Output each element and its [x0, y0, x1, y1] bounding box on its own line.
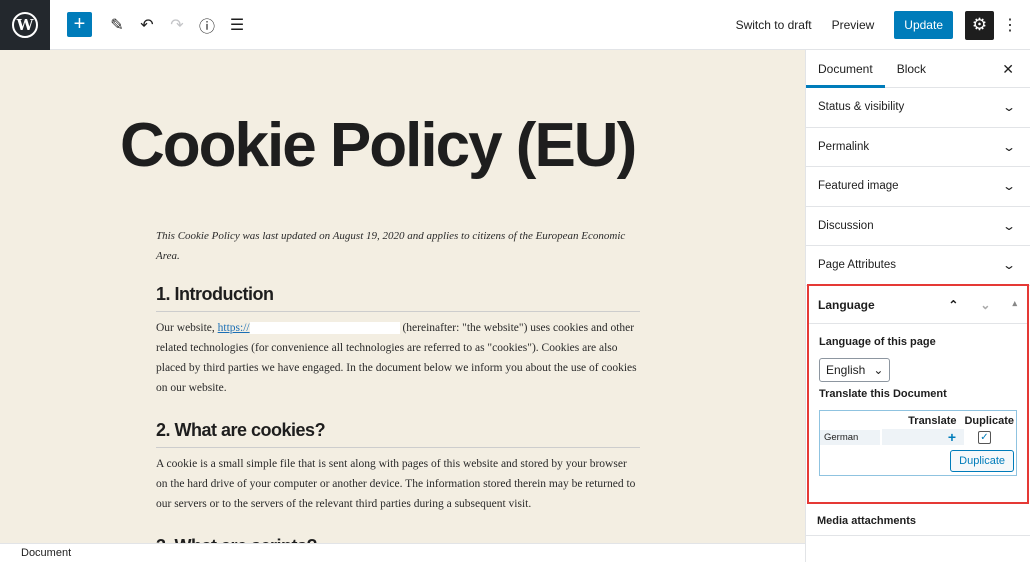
add-block-button[interactable]: +	[67, 12, 92, 37]
settings-sidebar: Document Block ✕ Status & visibility ⌄ Pe…	[805, 50, 1030, 562]
redacted-url	[249, 322, 400, 335]
row-language: German	[820, 429, 880, 445]
redo-icon[interactable]: ↷	[162, 10, 192, 40]
translate-document-label: Translate this Document	[819, 388, 947, 400]
language-select[interactable]: English ⌄	[819, 358, 891, 382]
edit-tool-icon[interactable]: ✎	[102, 10, 132, 40]
close-icon[interactable]: ✕	[1002, 61, 1014, 78]
intro-paragraph[interactable]: This Cookie Policy was last updated on A…	[156, 226, 640, 266]
panel-status-visibility[interactable]: Status & visibility ⌄	[806, 88, 1030, 128]
chevron-down-icon: ⌄	[1001, 139, 1017, 154]
language-panel: Language ⌃ ⌄ ▴ Language of this page Eng…	[807, 284, 1029, 504]
chevron-down-icon: ⌄	[873, 363, 884, 377]
table-row: German + ✓	[820, 429, 1016, 445]
chevron-down-icon: ⌄	[1001, 258, 1017, 273]
move-down-icon[interactable]: ⌄	[980, 298, 990, 312]
section-heading[interactable]: 1. Introduction	[156, 284, 640, 312]
panel-permalink[interactable]: Permalink ⌄	[806, 128, 1030, 167]
editor-canvas: Cookie Policy (EU) This Cookie Policy wa…	[0, 50, 805, 543]
wordpress-logo-button[interactable]: W	[0, 0, 50, 50]
website-link[interactable]: https://	[218, 322, 250, 334]
panel-label: Featured image	[818, 180, 899, 193]
section-paragraph[interactable]: A cookie is a small simple file that is …	[156, 454, 640, 514]
update-button[interactable]: Update	[894, 11, 953, 39]
col-duplicate: Duplicate	[964, 415, 1014, 427]
panel-label: Discussion	[818, 219, 874, 232]
panel-featured-image[interactable]: Featured image ⌄	[806, 167, 1030, 207]
preview-button[interactable]: Preview	[832, 18, 875, 32]
chevron-down-icon: ⌄	[1001, 100, 1017, 115]
top-toolbar: W + ✎ ↶ ↷ ⓘ ☰ Switch to draft Preview Up…	[0, 0, 1030, 50]
add-translation-icon[interactable]: +	[882, 429, 964, 445]
duplicate-button[interactable]: Duplicate	[950, 450, 1014, 472]
move-up-icon[interactable]: ⌃	[948, 298, 958, 312]
panel-label: Status & visibility	[818, 101, 905, 114]
settings-gear-icon[interactable]: ⚙	[965, 10, 994, 40]
tab-block[interactable]: Block	[885, 50, 938, 88]
block-breadcrumb: Document	[0, 543, 805, 562]
tab-document[interactable]: Document	[806, 50, 885, 88]
section-paragraph[interactable]: Our website, https:// (hereinafter: "the…	[156, 318, 640, 398]
chevron-down-icon: ⌄	[1001, 179, 1017, 194]
panel-label: Permalink	[818, 140, 870, 153]
collapse-icon[interactable]: ▴	[1012, 298, 1017, 312]
language-of-page-label: Language of this page	[819, 336, 936, 348]
breadcrumb-document[interactable]: Document	[21, 547, 71, 559]
col-translate: Translate	[908, 415, 957, 427]
selected-language: English	[826, 363, 866, 377]
wordpress-icon: W	[12, 11, 38, 38]
info-icon[interactable]: ⓘ	[192, 10, 222, 40]
panel-page-attributes[interactable]: Page Attributes ⌄	[806, 246, 1030, 286]
duplicate-checkbox[interactable]: ✓	[978, 430, 991, 444]
panel-label: Page Attributes	[818, 259, 896, 272]
section-heading[interactable]: 3. What are scripts?	[156, 536, 640, 543]
panel-discussion[interactable]: Discussion ⌄	[806, 207, 1030, 246]
paragraph-text: Our website,	[156, 322, 218, 334]
chevron-down-icon: ⌄	[1001, 218, 1017, 233]
section-heading[interactable]: 2. What are cookies?	[156, 420, 640, 448]
language-panel-title: Language	[818, 297, 875, 312]
block-navigation-icon[interactable]: ☰	[222, 10, 252, 40]
switch-to-draft-button[interactable]: Switch to draft	[736, 18, 812, 32]
more-options-icon[interactable]: ⋮	[1002, 15, 1018, 35]
post-content[interactable]: This Cookie Policy was last updated on A…	[156, 226, 640, 543]
translations-table: Translate Duplicate German + ✓ Duplicate	[819, 410, 1017, 476]
panel-media-attachments[interactable]: Media attachments	[806, 506, 1030, 536]
undo-icon[interactable]: ↶	[132, 10, 162, 40]
post-title[interactable]: Cookie Policy (EU)	[120, 110, 637, 181]
